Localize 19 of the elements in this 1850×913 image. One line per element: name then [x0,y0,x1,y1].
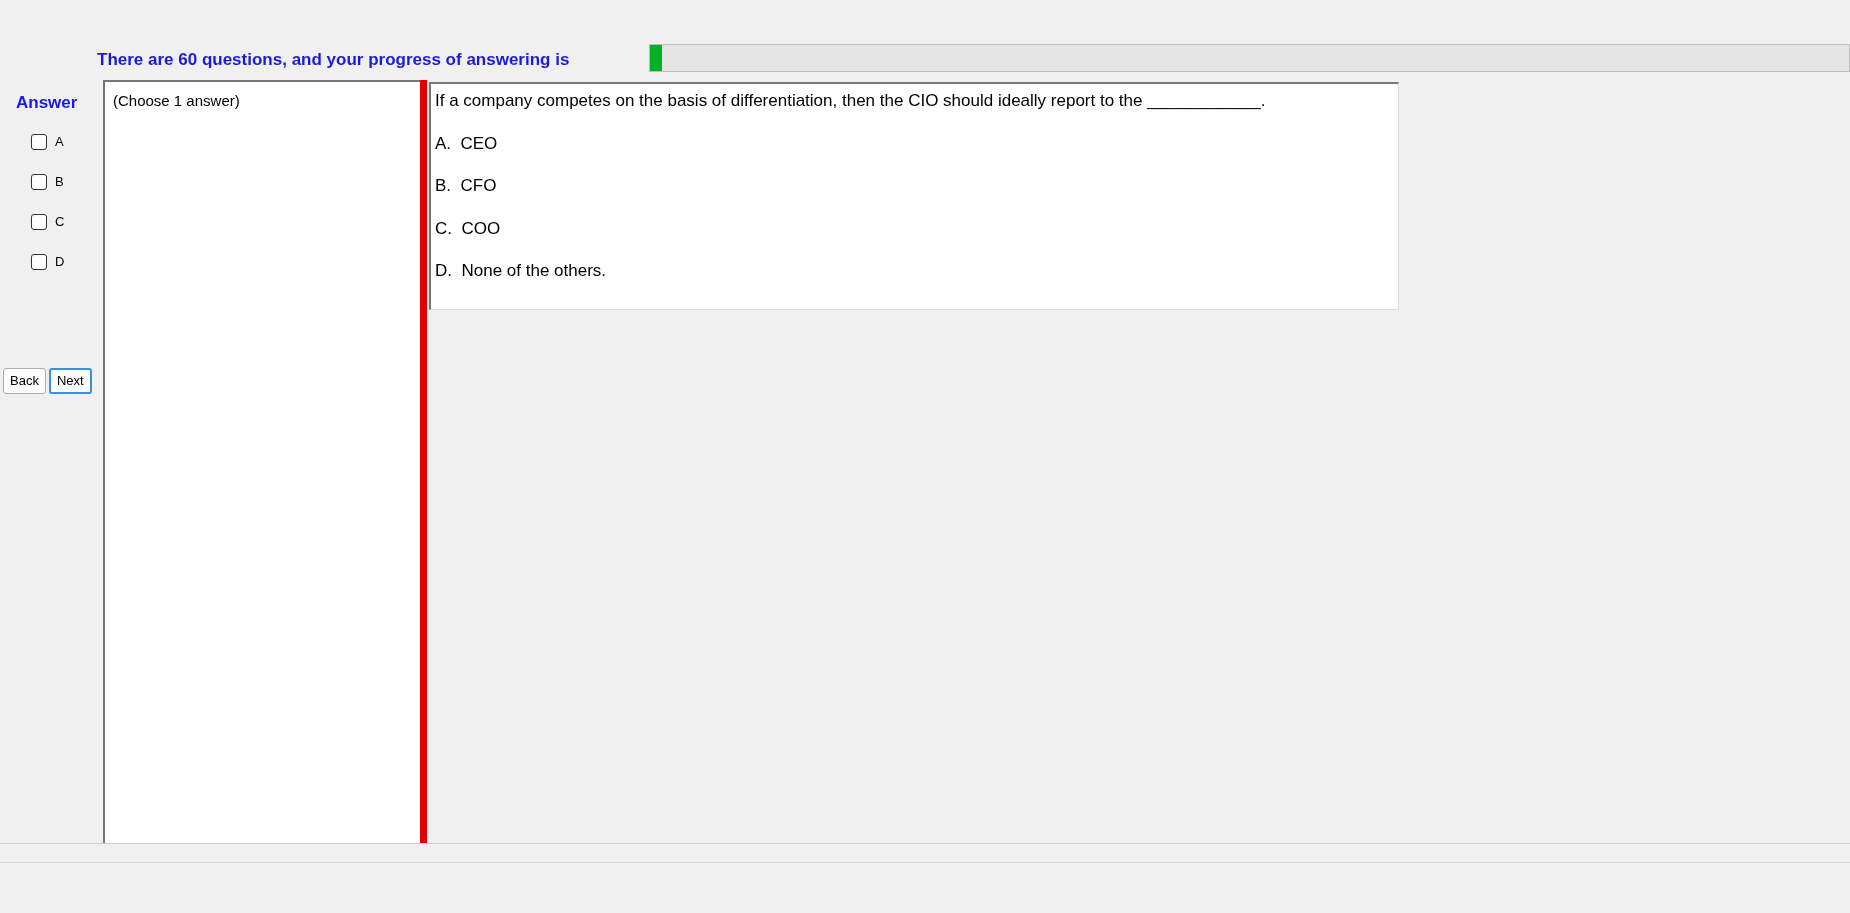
back-button[interactable]: Back [3,367,46,394]
answer-checkbox[interactable] [31,173,47,190]
option-label[interactable]: B [55,171,64,192]
choice-text: C. COO [435,217,502,240]
option-label[interactable]: A [55,131,64,152]
option-label[interactable]: D [55,251,65,272]
answer-checkbox[interactable] [31,133,47,150]
horizontal-scrollbar[interactable] [0,843,1850,863]
question-text: If a company competes on the basis of differentiation, then the CIO should ideally report to the ____________. [435,90,1267,112]
choice-text: D. None of the others. [435,260,608,282]
instruction-text: (Choose 1 answer) [113,92,240,109]
choice-text: B. CFO [435,175,498,197]
option-label[interactable]: C [55,211,65,232]
progress-label: There are 60 questions, and your progress of answering is [97,48,571,71]
choice-text: A. CEO [435,132,499,155]
answer-title: Answer [16,92,79,114]
answer-checkbox[interactable] [31,213,47,230]
answer-checkbox[interactable] [31,253,47,270]
next-button[interactable]: Next [48,367,92,394]
